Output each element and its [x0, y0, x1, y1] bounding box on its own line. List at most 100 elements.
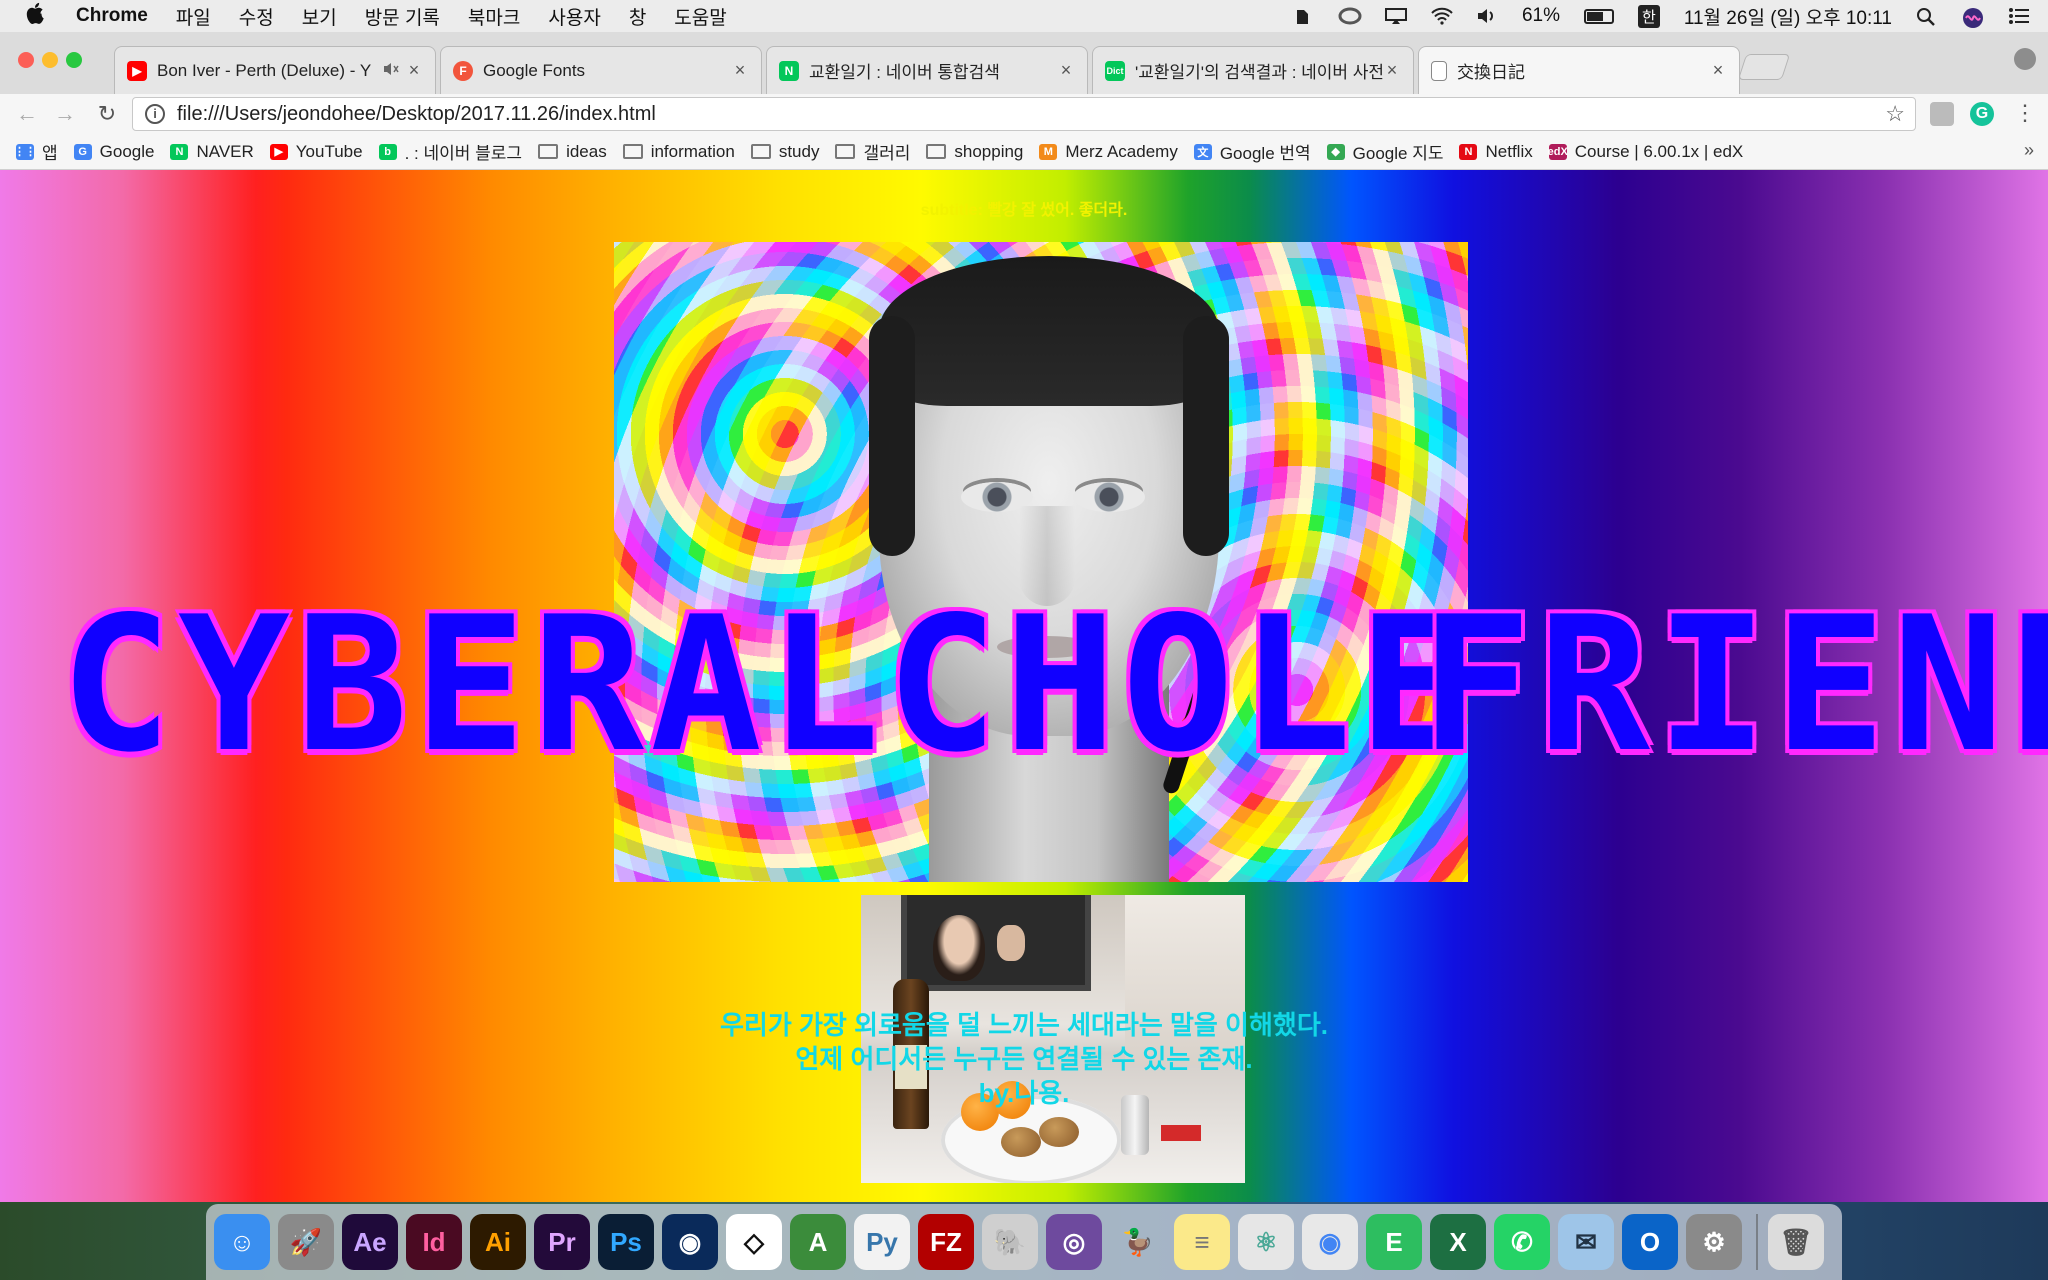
whatsapp-icon[interactable]: ✆ — [1494, 1214, 1550, 1270]
extension-icon[interactable] — [1930, 102, 1954, 126]
bookmark-item[interactable]: M Merz Academy — [1039, 141, 1178, 162]
wifi-icon[interactable] — [1430, 7, 1453, 25]
site-info-icon[interactable]: i — [145, 104, 165, 124]
creative-cloud-icon[interactable] — [1338, 7, 1362, 25]
edx-icon: edX — [1547, 143, 1568, 160]
android-studio-icon[interactable]: A — [790, 1214, 846, 1270]
tab-close-button[interactable]: × — [731, 60, 749, 81]
notification-center-icon[interactable] — [2008, 7, 2030, 25]
tab-close-button[interactable]: × — [1383, 60, 1401, 81]
photoshop-icon[interactable]: Ps — [598, 1214, 654, 1270]
finder-icon[interactable]: ☺ — [214, 1214, 270, 1270]
bookmark-item[interactable]: ideas — [538, 142, 607, 162]
face-right-eye — [1073, 482, 1145, 512]
bookmark-item[interactable]: ◆ Google 지도 — [1326, 139, 1444, 164]
launchpad-icon[interactable]: 🚀 — [278, 1214, 334, 1270]
bookmark-label: Google 지도 — [1352, 144, 1444, 163]
bookmark-item[interactable]: G Google — [73, 142, 154, 162]
outlook-icon[interactable]: O — [1622, 1214, 1678, 1270]
bookmark-item[interactable]: information — [622, 142, 735, 162]
tab-strip: ▶ Bon Iver - Perth (Deluxe) - Y × F Goog… — [0, 32, 2048, 94]
bookmark-label: Merz Academy — [1065, 141, 1178, 161]
mail-icon[interactable]: ✉ — [1558, 1214, 1614, 1270]
tab-close-button[interactable]: × — [1709, 60, 1727, 81]
github-icon[interactable]: ◎ — [1046, 1214, 1102, 1270]
chrome-icon[interactable]: ◉ — [1302, 1214, 1358, 1270]
tab-naver-dictionary[interactable]: Dict '교환일기'의 검색결과 : 네이버 사전 × — [1092, 46, 1414, 94]
bookmark-item[interactable]: N Netflix — [1459, 142, 1533, 162]
tab-title: Bon Iver - Perth (Deluxe) - Y — [157, 60, 372, 80]
excel-icon[interactable]: X — [1430, 1214, 1486, 1270]
bookmarks-bar: ⋮⋮ 앱 G Google N NAVER ▶ YouTube b . : 네이버 블로그 idea… — [0, 134, 2048, 170]
filezilla-icon[interactable]: FZ — [918, 1214, 974, 1270]
menu-help[interactable]: 도움말 — [674, 3, 726, 30]
system-preferences-icon[interactable]: ⚙ — [1686, 1214, 1742, 1270]
cyberduck-icon[interactable]: 🦆 — [1110, 1214, 1166, 1270]
tab-close-button[interactable]: × — [405, 60, 423, 81]
siri-icon[interactable] — [1962, 7, 1984, 28]
address-bar[interactable]: i file:///Users/jeondohee/Desktop/2017.1… — [132, 97, 1916, 131]
url-text[interactable]: file:///Users/jeondohee/Desktop/2017.11.… — [177, 103, 656, 126]
bookmark-star-icon[interactable]: ☆ — [1885, 101, 1905, 127]
illustrator-icon[interactable]: Ai — [470, 1214, 526, 1270]
window-zoom-button[interactable] — [66, 52, 82, 68]
bookmark-item[interactable]: 갤러리 — [835, 139, 910, 164]
sequel-pro-icon[interactable]: 🐘 — [982, 1214, 1038, 1270]
menu-window[interactable]: 창 — [629, 3, 646, 30]
atom-icon[interactable]: ⚛ — [1238, 1214, 1294, 1270]
evernote-status-icon[interactable] — [1292, 7, 1314, 25]
menu-edit[interactable]: 수정 — [239, 3, 274, 30]
back-button[interactable]: ← — [16, 101, 38, 127]
notes-icon[interactable]: ≡ — [1174, 1214, 1230, 1270]
bookmark-item[interactable]: 文 Google 번역 — [1193, 139, 1311, 164]
menubar-clock[interactable]: 11월 26일 (일) 오후 10:11 — [1684, 3, 1892, 30]
unity-icon[interactable]: ◇ — [726, 1214, 782, 1270]
bookmark-item[interactable]: ▶ YouTube — [269, 142, 363, 162]
premiere-icon[interactable]: Pr — [534, 1214, 590, 1270]
profile-avatar-icon[interactable] — [2014, 48, 2036, 70]
tab-title: 교환일기 : 네이버 통합검색 — [809, 63, 1000, 82]
bookmarks-overflow-button[interactable]: » — [2024, 140, 2034, 161]
volume-icon[interactable] — [1476, 7, 1498, 25]
window-close-button[interactable] — [18, 52, 34, 68]
chrome-menu-button[interactable]: ⋮ — [2014, 100, 2036, 126]
bookmark-item[interactable]: edX Course | 6.00.1x | edX — [1547, 142, 1744, 162]
tab-bon-iver[interactable]: ▶ Bon Iver - Perth (Deluxe) - Y × — [114, 46, 436, 94]
tab-google-fonts[interactable]: F Google Fonts × — [440, 46, 762, 94]
tab-close-button[interactable]: × — [1057, 60, 1075, 81]
indesign-icon[interactable]: Id — [406, 1214, 462, 1270]
app-name-menu[interactable]: Chrome — [76, 5, 148, 27]
page-document-icon — [1431, 60, 1447, 81]
forward-button[interactable]: → — [54, 101, 76, 127]
battery-icon[interactable] — [1584, 8, 1615, 24]
new-tab-button[interactable] — [1737, 54, 1791, 80]
menu-people[interactable]: 사용자 — [548, 3, 600, 30]
window-minimize-button[interactable] — [42, 52, 58, 68]
tab-naver-search[interactable]: N 교환일기 : 네이버 통합검색 × — [766, 46, 1088, 94]
grammarly-extension-icon[interactable]: G — [1970, 102, 1994, 126]
evernote-icon[interactable]: E — [1366, 1214, 1422, 1270]
after-effects-icon[interactable]: Ae — [342, 1214, 398, 1270]
menu-history[interactable]: 방문 기록 — [365, 3, 440, 30]
reload-button[interactable]: ↻ — [96, 101, 118, 127]
spotlight-search-icon[interactable] — [1916, 7, 1938, 26]
airplay-icon[interactable] — [1384, 7, 1407, 25]
speaker-muted-icon[interactable] — [383, 61, 399, 81]
python-icon[interactable]: Py — [854, 1214, 910, 1270]
dock-separator — [1756, 1214, 1758, 1270]
bookmark-item[interactable]: N NAVER — [170, 141, 254, 162]
menu-file[interactable]: 파일 — [176, 3, 211, 30]
trash-icon[interactable]: 🗑 — [1768, 1214, 1824, 1270]
bookmark-item[interactable]: shopping — [926, 142, 1023, 162]
menu-bookmarks[interactable]: 북마크 — [468, 3, 520, 30]
input-source-indicator[interactable]: 한 — [1638, 4, 1660, 28]
bookmark-label: NAVER — [196, 141, 254, 161]
tab-exchange-diary[interactable]: 交換日記 × — [1418, 46, 1740, 94]
menu-view[interactable]: 보기 — [302, 3, 337, 30]
apple-menu-icon[interactable] — [26, 2, 54, 30]
bookmark-item[interactable]: b . : 네이버 블로그 — [378, 139, 522, 164]
bookmark-item[interactable]: ⋮⋮ 앱 — [14, 139, 58, 164]
bookmark-item[interactable]: study — [750, 142, 819, 162]
cinema4d-icon[interactable]: ◉ — [662, 1214, 718, 1270]
photo-red-package — [1161, 1125, 1201, 1141]
